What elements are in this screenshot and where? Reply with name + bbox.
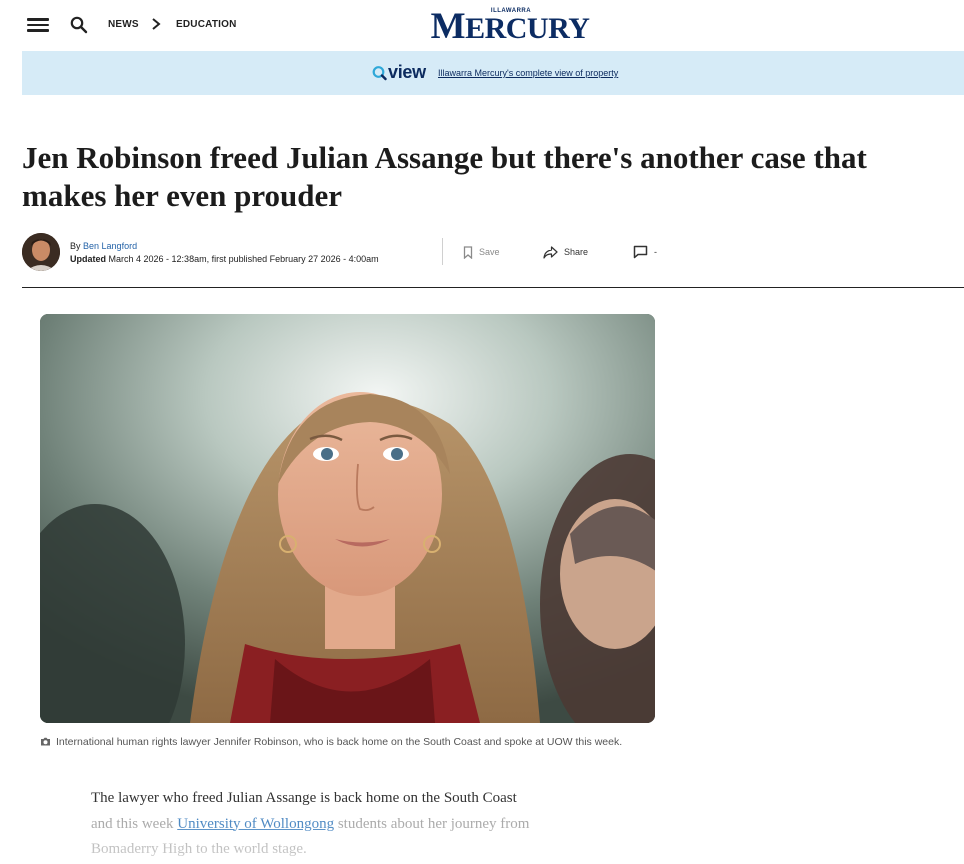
- view-search-icon: [372, 66, 387, 81]
- hamburger-menu-icon[interactable]: [27, 15, 49, 35]
- paragraph-line-2: and this week University of Wollongong s…: [91, 815, 530, 832]
- save-label: Save: [479, 247, 500, 257]
- updated-label: Updated: [70, 254, 106, 264]
- breadcrumb-news[interactable]: NEWS: [108, 19, 139, 30]
- share-arrow-icon: [543, 245, 558, 259]
- publish-dates: March 4 2026 - 12:38am, first published …: [108, 254, 379, 264]
- author-link[interactable]: Ben Langford: [83, 241, 137, 251]
- byline-divider: [442, 238, 443, 265]
- paragraph-line-3: Bomaderry High to the world stage.: [91, 841, 307, 857]
- article-hero-image[interactable]: [40, 314, 655, 723]
- by-prefix: By: [70, 241, 81, 251]
- illawarra-mercury-logo[interactable]: ILLAWARRA MERCURY: [419, 6, 601, 47]
- top-navigation: NEWS EDUCATION ILLAWARRA MERCURY: [0, 0, 964, 50]
- byline: By Ben Langford Updated March 4 2026 - 1…: [70, 240, 379, 266]
- image-caption: International human rights lawyer Jennif…: [40, 734, 650, 750]
- article-body: The lawyer who freed Julian Assange is b…: [91, 786, 611, 863]
- share-label: Share: [564, 247, 589, 257]
- logo-wordmark: MERCURY: [430, 6, 590, 47]
- property-link[interactable]: Illawarra Mercury's complete view of pro…: [438, 68, 618, 78]
- author-avatar[interactable]: [22, 233, 60, 271]
- article-headline: Jen Robinson freed Julian Assange but th…: [22, 140, 867, 213]
- breadcrumb-education[interactable]: EDUCATION: [176, 19, 237, 30]
- comments-button[interactable]: -: [633, 244, 657, 260]
- author-photo: [22, 233, 60, 271]
- byline-rule: [22, 287, 964, 288]
- comments-count: -: [654, 247, 657, 257]
- caption-text: International human rights lawyer Jennif…: [56, 736, 623, 748]
- comment-bubble-icon: [633, 245, 648, 259]
- camera-icon: [41, 737, 50, 746]
- uow-link[interactable]: University of Wollongong: [177, 816, 334, 832]
- portrait-photo: [40, 314, 655, 723]
- chevron-right-icon: [152, 18, 161, 30]
- share-button[interactable]: Share: [543, 244, 588, 260]
- view-logo: view: [372, 62, 434, 82]
- view-brand-text: view: [388, 62, 426, 82]
- view-promo-banner[interactable]: view Illawarra Mercury's complete view o…: [22, 51, 964, 95]
- paragraph-line-1: The lawyer who freed Julian Assange is b…: [91, 790, 517, 806]
- search-icon[interactable]: [69, 15, 89, 35]
- save-button[interactable]: Save: [463, 244, 500, 260]
- bookmark-icon: [463, 245, 473, 259]
